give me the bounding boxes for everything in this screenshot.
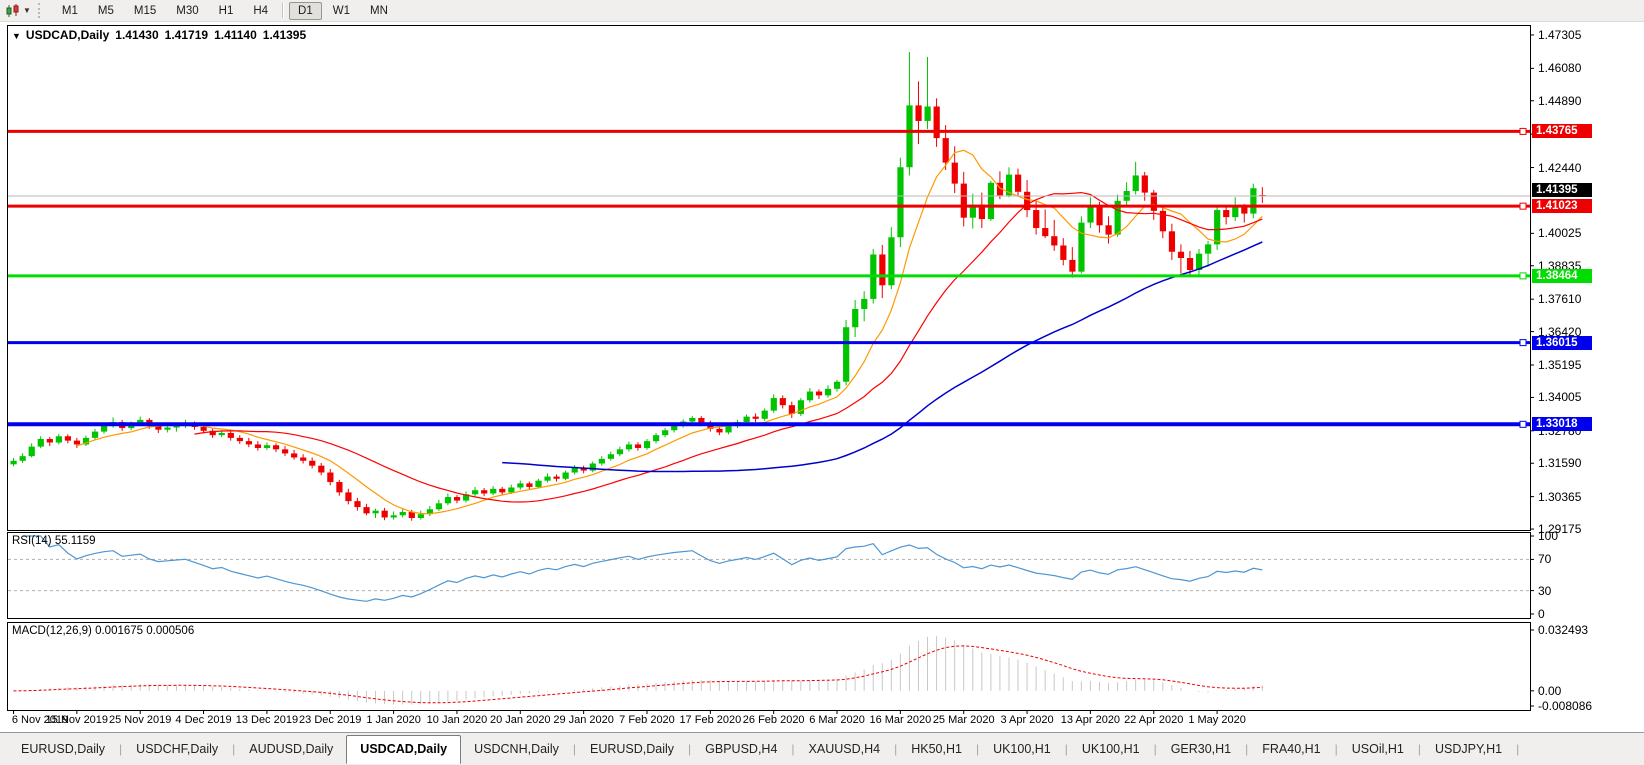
price-line-tag: 1.33018 [1532, 417, 1592, 431]
macd-axis-tick: 0.00 [1538, 684, 1561, 698]
timeframe-button-m5[interactable]: M5 [89, 2, 123, 20]
price-axis-tick: 1.40025 [1538, 226, 1581, 240]
macd-indicator-label: MACD(12,26,9) 0.001675 0.000506 [12, 625, 194, 637]
chart-tab-eurusd-daily[interactable]: EURUSD,Daily [8, 737, 118, 761]
chart-tab-usdjpy-h1[interactable]: USDJPY,H1 [1422, 737, 1515, 761]
price-axis-tick: 1.46080 [1538, 61, 1581, 75]
macd-axis-tick: -0.008086 [1538, 699, 1592, 713]
price-axis-tick: 1.44890 [1538, 94, 1581, 108]
candlestick-chart-icon[interactable] [4, 3, 22, 19]
chart-tab-eurusd-daily[interactable]: EURUSD,Daily [577, 737, 687, 761]
chart-window: ▼ USDCAD,Daily 1.41430 1.41719 1.41140 1.4139… [0, 22, 1644, 732]
chart-tab-usdchf-daily[interactable]: USDCHF,Daily [123, 737, 231, 761]
price-axis-tick: 1.34005 [1538, 390, 1581, 404]
chevron-down-icon[interactable]: ▼ [23, 6, 31, 15]
timeframe-toolbar: ▼ M1M5M15M30H1H4 D1W1MN [0, 0, 1644, 22]
chart-tab-gbpusd-h4[interactable]: GBPUSD,H4 [692, 737, 790, 761]
price-line-tag: 1.41395 [1532, 183, 1592, 197]
chart-tab-xauusd-h4[interactable]: XAUUSD,H4 [796, 737, 894, 761]
chart-tab-uk100-h1[interactable]: UK100,H1 [1069, 737, 1153, 761]
rsi-axis-tick: 30 [1538, 584, 1551, 598]
price-axis-tick: 1.31590 [1538, 456, 1581, 470]
ohlc-open: 1.41430 [115, 28, 158, 42]
price-axis-tick: 1.30365 [1538, 490, 1581, 504]
timeframe-button-m15[interactable]: M15 [125, 2, 165, 20]
price-axis-tick: 1.42440 [1538, 161, 1581, 175]
price-line-tag: 1.36015 [1532, 336, 1592, 350]
timeframe-button-m1[interactable]: M1 [53, 2, 87, 20]
rsi-indicator-label: RSI(14) 55.1159 [12, 535, 96, 547]
chart-tab-hk50-h1[interactable]: HK50,H1 [898, 737, 975, 761]
macd-axis-tick: 0.032493 [1538, 623, 1588, 637]
chart-title: ▼ USDCAD,Daily 1.41430 1.41719 1.41140 1.4139… [12, 28, 312, 42]
ohlc-low: 1.41140 [214, 28, 257, 42]
price-axis-tick: 1.37610 [1538, 292, 1581, 306]
rsi-axis-tick: 0 [1538, 607, 1545, 621]
rsi-axis-tick: 70 [1538, 552, 1551, 566]
tab-separator: | [1515, 742, 1520, 756]
date-axis-label: 1 May 2020 [1179, 714, 1255, 726]
price-axis-tick: 1.47305 [1538, 28, 1581, 42]
price-line-tag: 1.38464 [1532, 269, 1592, 283]
chevron-down-icon[interactable]: ▼ [12, 31, 21, 41]
chart-symbol-label: USDCAD,Daily [26, 28, 109, 42]
mt4-terminal: ▼ M1M5M15M30H1H4 D1W1MN ▼ USDCAD,Daily 1.41… [0, 0, 1644, 765]
timeframe-button-h4[interactable]: H4 [244, 2, 277, 20]
chart-tab-bar: EURUSD,Daily|USDCHF,Daily|AUDUSD,DailyUS… [0, 732, 1644, 765]
chart-tab-usdcad-daily[interactable]: USDCAD,Daily [346, 735, 461, 764]
timeframe-button-m30[interactable]: M30 [167, 2, 207, 20]
ohlc-high: 1.41719 [165, 28, 208, 42]
ohlc-close: 1.41395 [263, 28, 306, 42]
chart-canvas[interactable] [0, 22, 1644, 732]
timeframe-buttons: M1M5M15M30H1H4 D1W1MN [52, 2, 398, 20]
timeframe-button-w1[interactable]: W1 [324, 2, 359, 20]
candlestick-chart-glyph [6, 4, 20, 18]
toolbar-grip-handle[interactable] [38, 3, 45, 18]
chart-tab-ger30-h1[interactable]: GER30,H1 [1158, 737, 1244, 761]
chart-tab-usoil-h1[interactable]: USOil,H1 [1339, 737, 1417, 761]
chart-tab-uk100-h1[interactable]: UK100,H1 [980, 737, 1064, 761]
price-axis-tick: 1.35195 [1538, 358, 1581, 372]
chart-tab-usdcnh-daily[interactable]: USDCNH,Daily [461, 737, 572, 761]
timeframe-button-h1[interactable]: H1 [210, 2, 243, 20]
chart-tab-audusd-daily[interactable]: AUDUSD,Daily [236, 737, 346, 761]
price-line-tag: 1.43765 [1532, 124, 1592, 138]
toolbar-separator [282, 3, 284, 18]
timeframe-button-mn[interactable]: MN [361, 2, 397, 20]
price-line-tag: 1.41023 [1532, 199, 1592, 213]
chart-tab-fra40-h1[interactable]: FRA40,H1 [1249, 737, 1333, 761]
timeframe-button-d1[interactable]: D1 [289, 2, 322, 20]
rsi-axis-tick: 100 [1538, 529, 1558, 543]
